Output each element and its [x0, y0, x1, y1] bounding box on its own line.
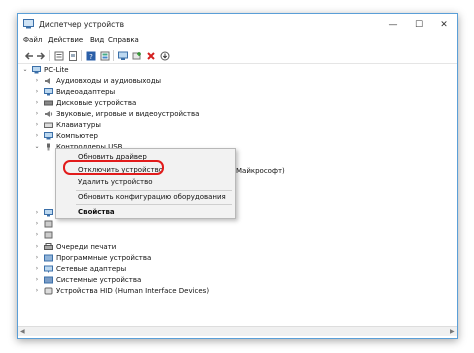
highlight-annotation — [63, 160, 164, 175]
toolbar-separator — [113, 50, 114, 61]
add-device-icon[interactable] — [131, 50, 142, 61]
back-arrow-icon[interactable] — [23, 50, 34, 61]
close-button[interactable]: ✕ — [431, 14, 457, 35]
display-adapter-icon — [44, 88, 53, 96]
minimize-button[interactable]: — — [380, 14, 406, 35]
tree-root-label: PC-Lite — [44, 66, 69, 74]
network-icon — [44, 265, 53, 273]
toolbar-separator — [81, 50, 82, 61]
software-device-icon — [44, 254, 53, 262]
disk-icon — [44, 100, 53, 106]
title-bar: Диспетчер устройств — ☐ ✕ — [18, 14, 457, 35]
context-separator — [76, 190, 232, 191]
device-manager-icon — [23, 19, 34, 29]
remove-icon[interactable] — [145, 50, 156, 61]
collapse-chevron-icon[interactable]: ⌄ — [22, 65, 28, 75]
horizontal-scrollbar[interactable]: ◀ ▶ — [18, 326, 457, 336]
hid-icon — [44, 287, 53, 295]
menu-bar: Файл Действие Вид Справка — [18, 35, 457, 47]
sheet-icon[interactable] — [67, 50, 78, 61]
keyboard-icon — [44, 122, 53, 128]
context-menu: Обновить драйвер Отключить устройство Уд… — [55, 148, 236, 219]
usb-icon — [47, 143, 50, 151]
printer-icon — [44, 243, 53, 250]
audio-icon — [45, 78, 50, 84]
menu-action[interactable]: Действие — [48, 36, 83, 44]
menu-file[interactable]: Файл — [23, 36, 42, 44]
update-driver-icon[interactable] — [159, 50, 170, 61]
context-separator — [76, 204, 232, 205]
scroll-left-icon[interactable]: ◀ — [20, 328, 25, 335]
scroll-right-icon[interactable]: ▶ — [450, 328, 455, 335]
device-icon — [44, 220, 53, 228]
device-list-icon[interactable] — [99, 50, 110, 61]
sound-icon — [45, 111, 53, 117]
hidden-device-name-tail: Майкрософт) — [236, 167, 285, 175]
menu-help[interactable]: Справка — [108, 36, 139, 44]
system-icon — [44, 276, 53, 284]
properties-icon[interactable] — [53, 50, 64, 61]
device-icon — [44, 231, 53, 239]
toolbar-separator — [49, 50, 50, 61]
context-uninstall-device[interactable]: Удалить устройство — [78, 177, 153, 187]
window-title: Диспетчер устройств — [39, 20, 125, 29]
monitor-icon[interactable] — [117, 50, 128, 61]
svg-text:?: ? — [89, 53, 93, 61]
monitor-icon — [44, 209, 53, 217]
forward-arrow-icon[interactable] — [35, 50, 46, 61]
maximize-button[interactable]: ☐ — [406, 14, 432, 35]
toolbar: ? — [18, 47, 457, 64]
context-scan-hardware[interactable]: Обновить конфигурацию оборудования — [78, 192, 226, 202]
computer-icon — [32, 66, 41, 74]
help-icon[interactable]: ? — [85, 50, 96, 61]
computer-icon — [44, 132, 53, 140]
menu-view[interactable]: Вид — [90, 36, 104, 44]
context-properties[interactable]: Свойства — [78, 207, 115, 217]
